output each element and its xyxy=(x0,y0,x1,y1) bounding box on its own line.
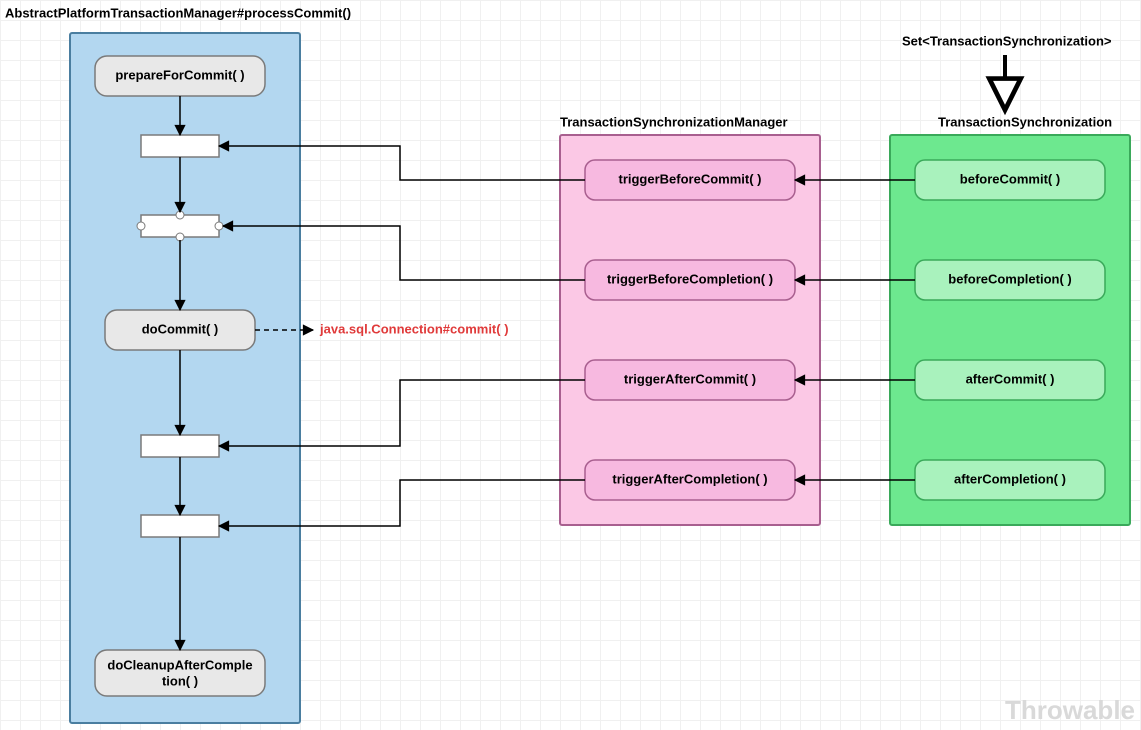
svg-text:triggerBeforeCompletion( ): triggerBeforeCompletion( ) xyxy=(607,271,773,286)
node-do-commit: doCommit( ) xyxy=(105,310,255,350)
port-w xyxy=(137,222,145,230)
port-e xyxy=(215,222,223,230)
svg-text:afterCompletion( ): afterCompletion( ) xyxy=(954,471,1066,486)
svg-text:afterCommit( ): afterCommit( ) xyxy=(966,371,1055,386)
node-before-commit: beforeCommit( ) xyxy=(915,160,1105,200)
svg-text:triggerAfterCommit( ): triggerAfterCommit( ) xyxy=(624,371,756,386)
title-set: Set<TransactionSynchronization> xyxy=(902,34,1112,49)
svg-text:triggerAfterCompletion( ): triggerAfterCompletion( ) xyxy=(612,471,767,486)
node-prepare: prepareForCommit( ) xyxy=(95,56,265,96)
svg-text:beforeCompletion( ): beforeCompletion( ) xyxy=(948,271,1072,286)
svg-text:beforeCommit( ): beforeCommit( ) xyxy=(960,171,1060,186)
node-trigger-after-commit: triggerAfterCommit( ) xyxy=(585,360,795,400)
title-mgr: TransactionSynchronizationManager xyxy=(560,115,788,130)
svg-text:doCommit( ): doCommit( ) xyxy=(142,321,219,336)
svg-text:prepareForCommit( ): prepareForCommit( ) xyxy=(115,67,244,82)
node-cleanup: doCleanupAfterComple tion( ) xyxy=(95,650,265,696)
port-n xyxy=(176,211,184,219)
watermark: Throwable xyxy=(1005,695,1135,725)
node-after-commit: afterCommit( ) xyxy=(915,360,1105,400)
node-trigger-before-completion: triggerBeforeCompletion( ) xyxy=(585,260,795,300)
svg-text:tion( ): tion( ) xyxy=(162,673,198,688)
title-main: AbstractPlatformTransactionManager#proce… xyxy=(5,6,351,21)
port-s xyxy=(176,233,184,241)
node-step-1 xyxy=(141,135,219,157)
node-after-completion: afterCompletion( ) xyxy=(915,460,1105,500)
node-step-4 xyxy=(141,515,219,537)
title-sync: TransactionSynchronization xyxy=(938,115,1112,130)
svg-text:triggerBeforeCommit( ): triggerBeforeCommit( ) xyxy=(618,171,761,186)
annotation-commit: java.sql.Connection#commit( ) xyxy=(319,321,509,336)
svg-text:doCleanupAfterComple: doCleanupAfterComple xyxy=(107,657,252,672)
node-trigger-before-commit: triggerBeforeCommit( ) xyxy=(585,160,795,200)
node-trigger-after-completion: triggerAfterCompletion( ) xyxy=(585,460,795,500)
node-before-completion: beforeCompletion( ) xyxy=(915,260,1105,300)
node-step-3 xyxy=(141,435,219,457)
diagram-canvas: AbstractPlatformTransactionManager#proce… xyxy=(0,0,1141,730)
